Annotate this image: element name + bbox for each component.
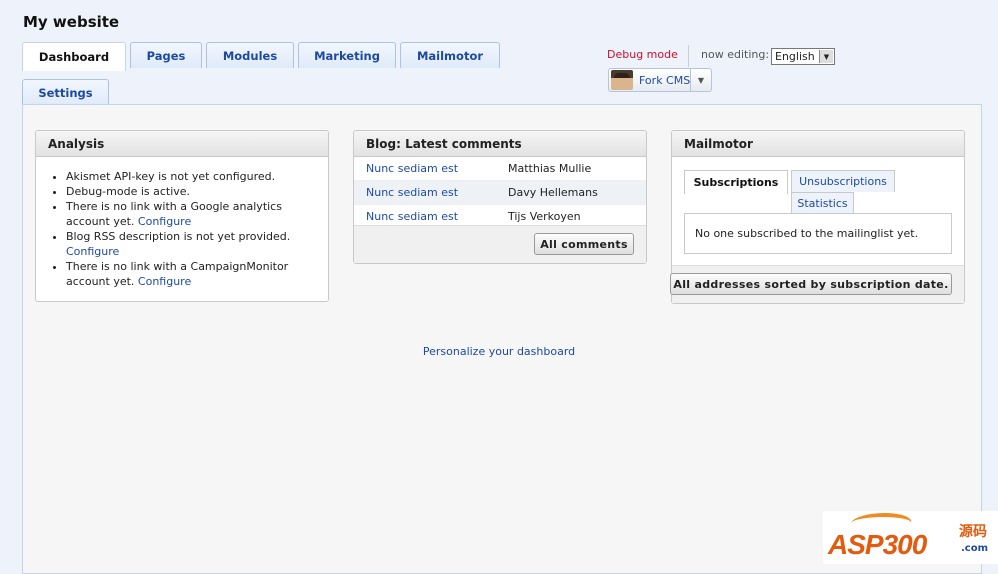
mailmotor-widget: Mailmotor Subscriptions Unsubscriptions … xyxy=(670,130,965,304)
site-title: My website xyxy=(23,13,120,31)
table-row: Nunc sediam est Davy Hellemans xyxy=(354,181,646,205)
tab-unsubscriptions[interactable]: Unsubscriptions xyxy=(791,170,895,192)
tab-pages[interactable]: Pages xyxy=(130,42,202,68)
topbar-divider xyxy=(688,45,689,67)
blog-comments-widget: Blog: Latest comments Nunc sediam est Ma… xyxy=(353,130,647,264)
tab-mailmotor[interactable]: Mailmotor xyxy=(400,42,500,68)
mailmotor-title: Mailmotor xyxy=(672,131,964,157)
tab-settings[interactable]: Settings xyxy=(22,79,109,105)
watermark-domain: .com xyxy=(961,543,989,554)
analysis-item-text: Akismet API-key is not yet configured. xyxy=(66,170,276,183)
analysis-list: Akismet API-key is not yet configured. D… xyxy=(36,169,328,289)
tab-subscriptions[interactable]: Subscriptions xyxy=(684,170,788,194)
personalize-dashboard-link[interactable]: Personalize your dashboard xyxy=(0,345,998,358)
blog-title: Blog: Latest comments xyxy=(354,131,646,157)
configure-link[interactable]: Configure xyxy=(138,275,191,288)
user-name[interactable]: Fork CMS xyxy=(639,74,690,87)
list-item: Blog RSS description is not yet provided… xyxy=(66,229,328,259)
comment-author: Tijs Verkoyen xyxy=(508,210,581,223)
blog-footer: All comments xyxy=(354,225,646,263)
list-item: There is no link with a Google analytics… xyxy=(66,199,328,229)
tab-marketing[interactable]: Marketing xyxy=(298,42,396,68)
comment-author: Davy Hellemans xyxy=(508,186,598,199)
table-row: Nunc sediam est Matthias Mullie xyxy=(354,157,646,181)
caret-down-icon[interactable]: ▼ xyxy=(690,69,711,91)
tab-statistics[interactable]: Statistics xyxy=(791,192,854,214)
now-editing-label: now editing: xyxy=(701,48,770,61)
analysis-widget: Analysis Akismet API-key is not yet conf… xyxy=(35,130,329,302)
watermark-brand: ASP300 xyxy=(828,529,927,560)
analysis-item-text: Blog RSS description is not yet provided… xyxy=(66,230,291,243)
watermark-logo: ASP300 源码 .com xyxy=(823,511,998,564)
language-select[interactable]: English ▼ xyxy=(771,48,835,65)
list-item: Akismet API-key is not yet configured. xyxy=(66,169,328,184)
tab-modules[interactable]: Modules xyxy=(206,42,294,68)
subscriptions-panel: No one subscribed to the mailinglist yet… xyxy=(684,213,952,254)
watermark-side: 源码 xyxy=(959,524,987,540)
comment-post-link[interactable]: Nunc sediam est xyxy=(354,162,508,175)
chevron-down-icon[interactable]: ▼ xyxy=(819,50,833,63)
debug-mode-label: Debug mode xyxy=(607,48,678,61)
language-value: English xyxy=(775,50,815,63)
configure-link[interactable]: Configure xyxy=(138,215,191,228)
comment-author: Matthias Mullie xyxy=(508,162,592,175)
avatar xyxy=(611,70,633,90)
mailmotor-footer: All addresses sorted by subscription dat… xyxy=(670,265,964,303)
configure-link[interactable]: Configure xyxy=(66,245,119,258)
analysis-item-text: Debug-mode is active. xyxy=(66,185,191,198)
comment-post-link[interactable]: Nunc sediam est xyxy=(354,186,508,199)
all-comments-button[interactable]: All comments xyxy=(534,233,634,255)
tab-dashboard[interactable]: Dashboard xyxy=(22,42,126,71)
list-item: There is no link with a CampaignMonitor … xyxy=(66,259,328,289)
list-item: Debug-mode is active. xyxy=(66,184,328,199)
empty-message: No one subscribed to the mailinglist yet… xyxy=(695,227,919,240)
analysis-title: Analysis xyxy=(36,131,328,157)
comment-post-link[interactable]: Nunc sediam est xyxy=(354,210,508,223)
user-menu-button[interactable]: Fork CMS ▼ xyxy=(608,68,712,92)
all-addresses-button[interactable]: All addresses sorted by subscription dat… xyxy=(670,273,952,295)
